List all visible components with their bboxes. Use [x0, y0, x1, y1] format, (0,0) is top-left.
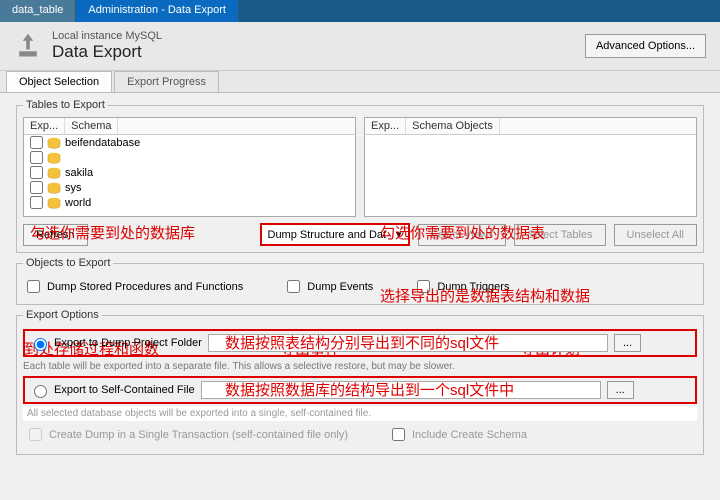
col-objects: Schema Objects	[406, 118, 500, 134]
self-contained-path[interactable]	[201, 381, 601, 399]
schema-name: sys	[65, 182, 82, 194]
schema-name: world	[65, 197, 91, 209]
browse-file-button[interactable]: ...	[607, 381, 634, 399]
chk-single-transaction: Create Dump in a Single Transaction (sel…	[25, 425, 348, 444]
radio-project-folder[interactable]: Export to Dump Project Folder	[29, 335, 202, 351]
schema-checkbox[interactable]	[30, 166, 43, 179]
chevron-down-icon: ▾	[396, 228, 402, 241]
options-legend: Export Options	[23, 309, 102, 321]
schema-row[interactable]: world	[24, 195, 355, 210]
database-icon	[47, 137, 61, 149]
database-icon	[47, 197, 61, 209]
tab-export-progress[interactable]: Export Progress	[114, 71, 219, 92]
tables-legend: Tables to Export	[23, 99, 108, 111]
select-views-button: Select Views	[418, 224, 507, 246]
select-tables-button: Select Tables	[514, 224, 605, 246]
schema-checkbox[interactable]	[30, 136, 43, 149]
objects-pane[interactable]: Exp...Schema Objects	[364, 117, 697, 217]
browse-folder-button[interactable]: ...	[614, 334, 641, 352]
radio-self-contained[interactable]: Export to Self-Contained File	[29, 382, 195, 398]
col-export: Exp...	[24, 118, 65, 134]
refresh-button[interactable]: Refresh	[23, 224, 88, 246]
page-title: Data Export	[52, 42, 162, 62]
export-icon	[14, 32, 42, 60]
schema-checkbox[interactable]	[30, 181, 43, 194]
schema-checkbox[interactable]	[30, 151, 43, 164]
tab-data-table[interactable]: data_table	[0, 0, 76, 22]
schema-row[interactable]	[24, 150, 355, 165]
schema-name: sakila	[65, 167, 93, 179]
tab-object-selection[interactable]: Object Selection	[6, 71, 112, 92]
database-icon	[47, 152, 61, 164]
instance-label: Local instance MySQL	[52, 30, 162, 42]
col-schema: Schema	[65, 118, 118, 134]
schema-name: beifendatabase	[65, 137, 140, 149]
hint-folder: Each table will be exported into a separ…	[23, 359, 697, 374]
database-icon	[47, 167, 61, 179]
unselect-all-button: Unselect All	[614, 224, 697, 246]
schema-row[interactable]: sakila	[24, 165, 355, 180]
chk-create-schema[interactable]: Include Create Schema	[388, 425, 527, 444]
chk-stored-proc[interactable]: Dump Stored Procedures and Functions	[23, 277, 243, 296]
project-folder-path[interactable]	[208, 334, 608, 352]
schema-pane[interactable]: Exp...Schema beifendatabase sakila sys worl…	[23, 117, 356, 217]
schema-row[interactable]: beifendatabase	[24, 135, 355, 150]
database-icon	[47, 182, 61, 194]
schema-checkbox[interactable]	[30, 196, 43, 209]
advanced-options-button[interactable]: Advanced Options...	[585, 34, 706, 58]
tab-admin-export[interactable]: Administration - Data Export	[76, 0, 239, 22]
chk-events[interactable]: Dump Events	[283, 277, 373, 296]
chk-triggers[interactable]: Dump Triggers	[413, 277, 509, 296]
dump-type-select[interactable]: Dump Structure and Dat▾	[260, 223, 410, 246]
col-export2: Exp...	[365, 118, 406, 134]
hint-file: All selected database objects will be ex…	[23, 406, 697, 421]
schema-row[interactable]: sys	[24, 180, 355, 195]
objects-legend: Objects to Export	[23, 257, 113, 269]
